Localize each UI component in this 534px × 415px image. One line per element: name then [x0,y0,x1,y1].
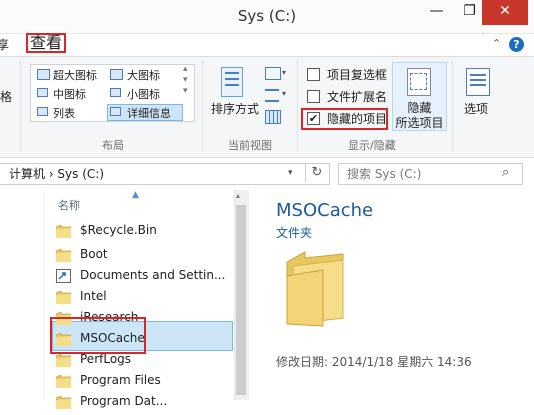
list-item-label: Program Files [80,373,161,387]
small-icons-icon [110,88,121,97]
preview-modified: 修改日期: 2014/1/18 星期六 14:36 [276,355,472,369]
layout-small[interactable]: 小图标 [127,86,160,102]
layout-medium[interactable]: 中图标 [53,86,86,102]
navigation-pane [0,190,45,400]
options-button[interactable]: 选项 [464,100,488,117]
folder-icon [55,395,72,410]
list-item-label: $Recycle.Bin [80,223,157,237]
scroll-up-icon[interactable]: ▴ [236,191,240,200]
refresh-icon: ↻ [311,165,323,180]
column-header-name[interactable]: 名称 [58,197,80,213]
list-item-label: Program Dat... [80,394,168,408]
ribbon-tabs [0,34,534,56]
hidden-items-highlight [301,108,388,130]
item-checkboxes-checkbox[interactable] [307,68,320,81]
address-path: 计算机 › Sys (C:) [9,167,104,181]
show-hide-group-label: 显示/隐藏 [348,139,396,152]
hide-selected-button[interactable]: 隐藏 所选项目 [392,62,447,131]
preview-folder-icon [286,251,344,327]
folder-icon [55,290,72,305]
msocache-highlight [50,317,146,354]
hide-selected-label-line2: 所选项目 [395,116,444,130]
search-input[interactable]: 搜索 Sys (C:) [338,163,523,185]
minimize-icon: — [429,3,444,19]
folder-icon [55,224,72,239]
file-extensions-label[interactable]: 文件扩展名 [327,88,387,105]
list-icon [37,107,48,116]
tab-share[interactable]: 享 [0,36,14,54]
item-checkboxes-label[interactable]: 项目复选框 [327,66,387,83]
list-item-label: Documents and Settin... [80,268,226,282]
minimize-button[interactable]: — [420,0,453,25]
size-columns-icon[interactable] [265,110,281,124]
group-by-icon[interactable] [265,67,281,80]
scrollbar-thumb[interactable] [236,205,246,395]
chevron-down-icon: ▾ [282,68,287,77]
sort-ascending-icon: ▲ [132,190,139,200]
folder-shortcut-icon [56,269,71,283]
details-icon [110,107,121,116]
search-icon[interactable]: ⌕ [502,163,509,183]
tab-view[interactable]: 查看 [26,33,66,53]
sort-by-icon [221,67,243,97]
folder-icon [55,248,72,263]
large-icons-icon [110,69,123,80]
layout-extra-large[interactable]: 超大图标 [53,67,97,83]
layout-large[interactable]: 大图标 [127,67,160,83]
folder-icon [55,353,72,368]
preview-name: MSOCache [276,200,374,221]
divider [452,60,453,152]
chevron-down-icon: ▾ [282,89,287,98]
layout-group-label: 布局 [102,139,124,152]
folder-icon [55,374,72,389]
options-icon [466,68,490,96]
chevron-up-icon[interactable]: ⌃ [492,37,501,50]
extra-large-icons-icon [37,69,50,80]
list-item-label: Intel [80,289,107,303]
add-columns-icon[interactable] [265,89,279,102]
chevron-down-icon[interactable]: ▾ [288,163,293,183]
address-field[interactable]: 计算机 › Sys (C:) [0,163,330,185]
gallery-scroll-icon[interactable]: ▴ ▾ ▾ [183,64,188,97]
divider [297,60,298,152]
panes-button-label[interactable]: 格 [0,88,12,105]
divider [20,60,21,152]
hide-selected-icon [407,68,431,96]
search-placeholder: 搜索 Sys (C:) [347,167,422,181]
preview-type: 文件夹 [276,226,313,240]
layout-details[interactable]: 详细信息 [127,105,171,121]
current-view-group-label: 当前视图 [228,139,272,152]
medium-icons-icon [37,88,48,97]
refresh-button[interactable]: ↻ [305,163,328,183]
sort-by-button[interactable]: 排序方式 [211,100,259,117]
help-button[interactable]: ? [509,37,524,52]
layout-list[interactable]: 列表 [53,105,75,121]
divider [202,60,203,152]
file-extensions-checkbox[interactable] [307,90,320,103]
list-item-label: Boot [80,247,108,261]
